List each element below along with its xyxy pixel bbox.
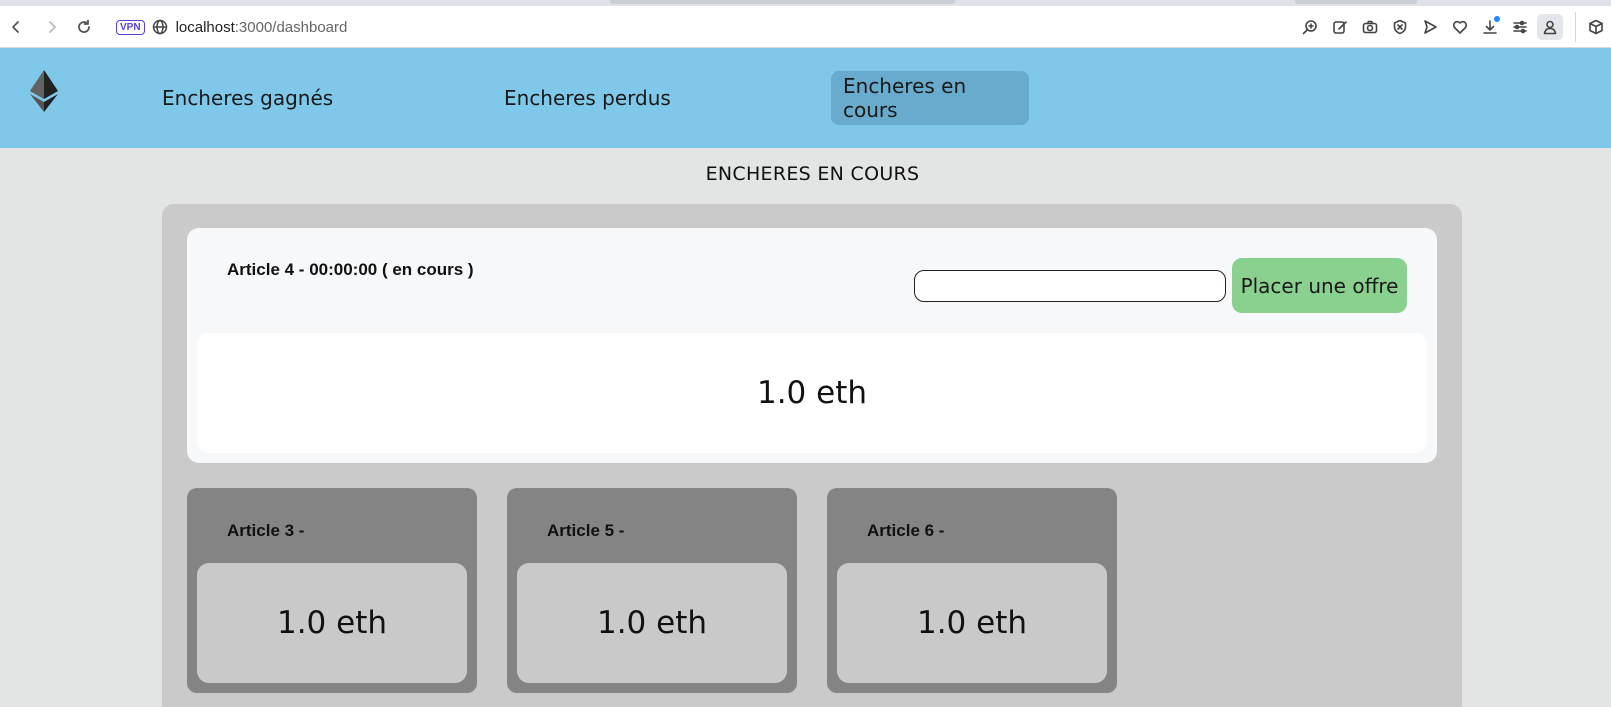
bid-amount-input[interactable]	[914, 270, 1226, 302]
nav-item-won[interactable]: Encheres gagnés	[150, 71, 345, 125]
app-nav-bar: Encheres gagnés Encheres perdus Encheres…	[0, 48, 1611, 148]
reload-icon	[78, 19, 90, 33]
nav-item-ongoing[interactable]: Encheres en cours	[831, 71, 1029, 125]
ethereum-logo-icon[interactable]	[30, 70, 58, 112]
back-arrow-icon	[12, 21, 19, 33]
address-bar[interactable]: VPN localhost:3000/dashboard	[104, 12, 1304, 42]
profile-icon[interactable]	[1537, 14, 1563, 40]
edit-icon[interactable]	[1327, 14, 1353, 40]
url-text[interactable]: localhost:3000/dashboard	[176, 19, 348, 36]
current-auction-price: 1.0 eth	[197, 333, 1427, 453]
camera-icon[interactable]	[1357, 14, 1383, 40]
article-price: 1.0 eth	[517, 563, 787, 683]
toolbar-separator	[1575, 12, 1576, 42]
current-auction-card: Article 4 - 00:00:00 ( en cours ) Placer…	[187, 228, 1437, 463]
heart-icon[interactable]	[1447, 14, 1473, 40]
place-bid-button[interactable]: Placer une offre	[1232, 258, 1407, 313]
url-host: localhost	[175, 18, 235, 36]
toolbar-actions	[1297, 12, 1611, 42]
article-title: Article 5 -	[547, 521, 625, 540]
forward-arrow-icon	[49, 21, 56, 33]
forward-button[interactable]	[39, 14, 65, 40]
nav-item-lost[interactable]: Encheres perdus	[492, 71, 683, 125]
settings-sliders-icon[interactable]	[1507, 14, 1533, 40]
article-card[interactable]: Article 6 - 1.0 eth	[827, 488, 1117, 693]
extension-box-icon[interactable]	[1583, 14, 1609, 40]
zoom-icon[interactable]	[1297, 14, 1323, 40]
page-title: ENCHERES EN COURS	[705, 163, 920, 185]
article-price: 1.0 eth	[197, 563, 467, 683]
send-icon[interactable]	[1417, 14, 1443, 40]
reload-button[interactable]	[71, 14, 97, 40]
article-card[interactable]: Article 5 - 1.0 eth	[507, 488, 797, 693]
shield-icon[interactable]	[1387, 14, 1413, 40]
article-price: 1.0 eth	[837, 563, 1107, 683]
download-indicator	[1494, 16, 1500, 22]
article-title: Article 6 -	[867, 521, 945, 540]
browser-tab[interactable]	[1295, 0, 1417, 4]
globe-icon[interactable]	[152, 19, 168, 35]
url-path: :3000/dashboard	[234, 18, 348, 36]
back-button[interactable]	[3, 14, 29, 40]
browser-toolbar: VPN localhost:3000/dashboard	[0, 6, 1611, 48]
download-icon[interactable]	[1477, 14, 1503, 40]
current-auction-title: Article 4 - 00:00:00 ( en cours )	[227, 260, 474, 279]
article-title: Article 3 -	[227, 521, 305, 540]
browser-tab[interactable]	[610, 0, 955, 4]
article-card[interactable]: Article 3 - 1.0 eth	[187, 488, 477, 693]
vpn-badge[interactable]: VPN	[116, 19, 145, 35]
